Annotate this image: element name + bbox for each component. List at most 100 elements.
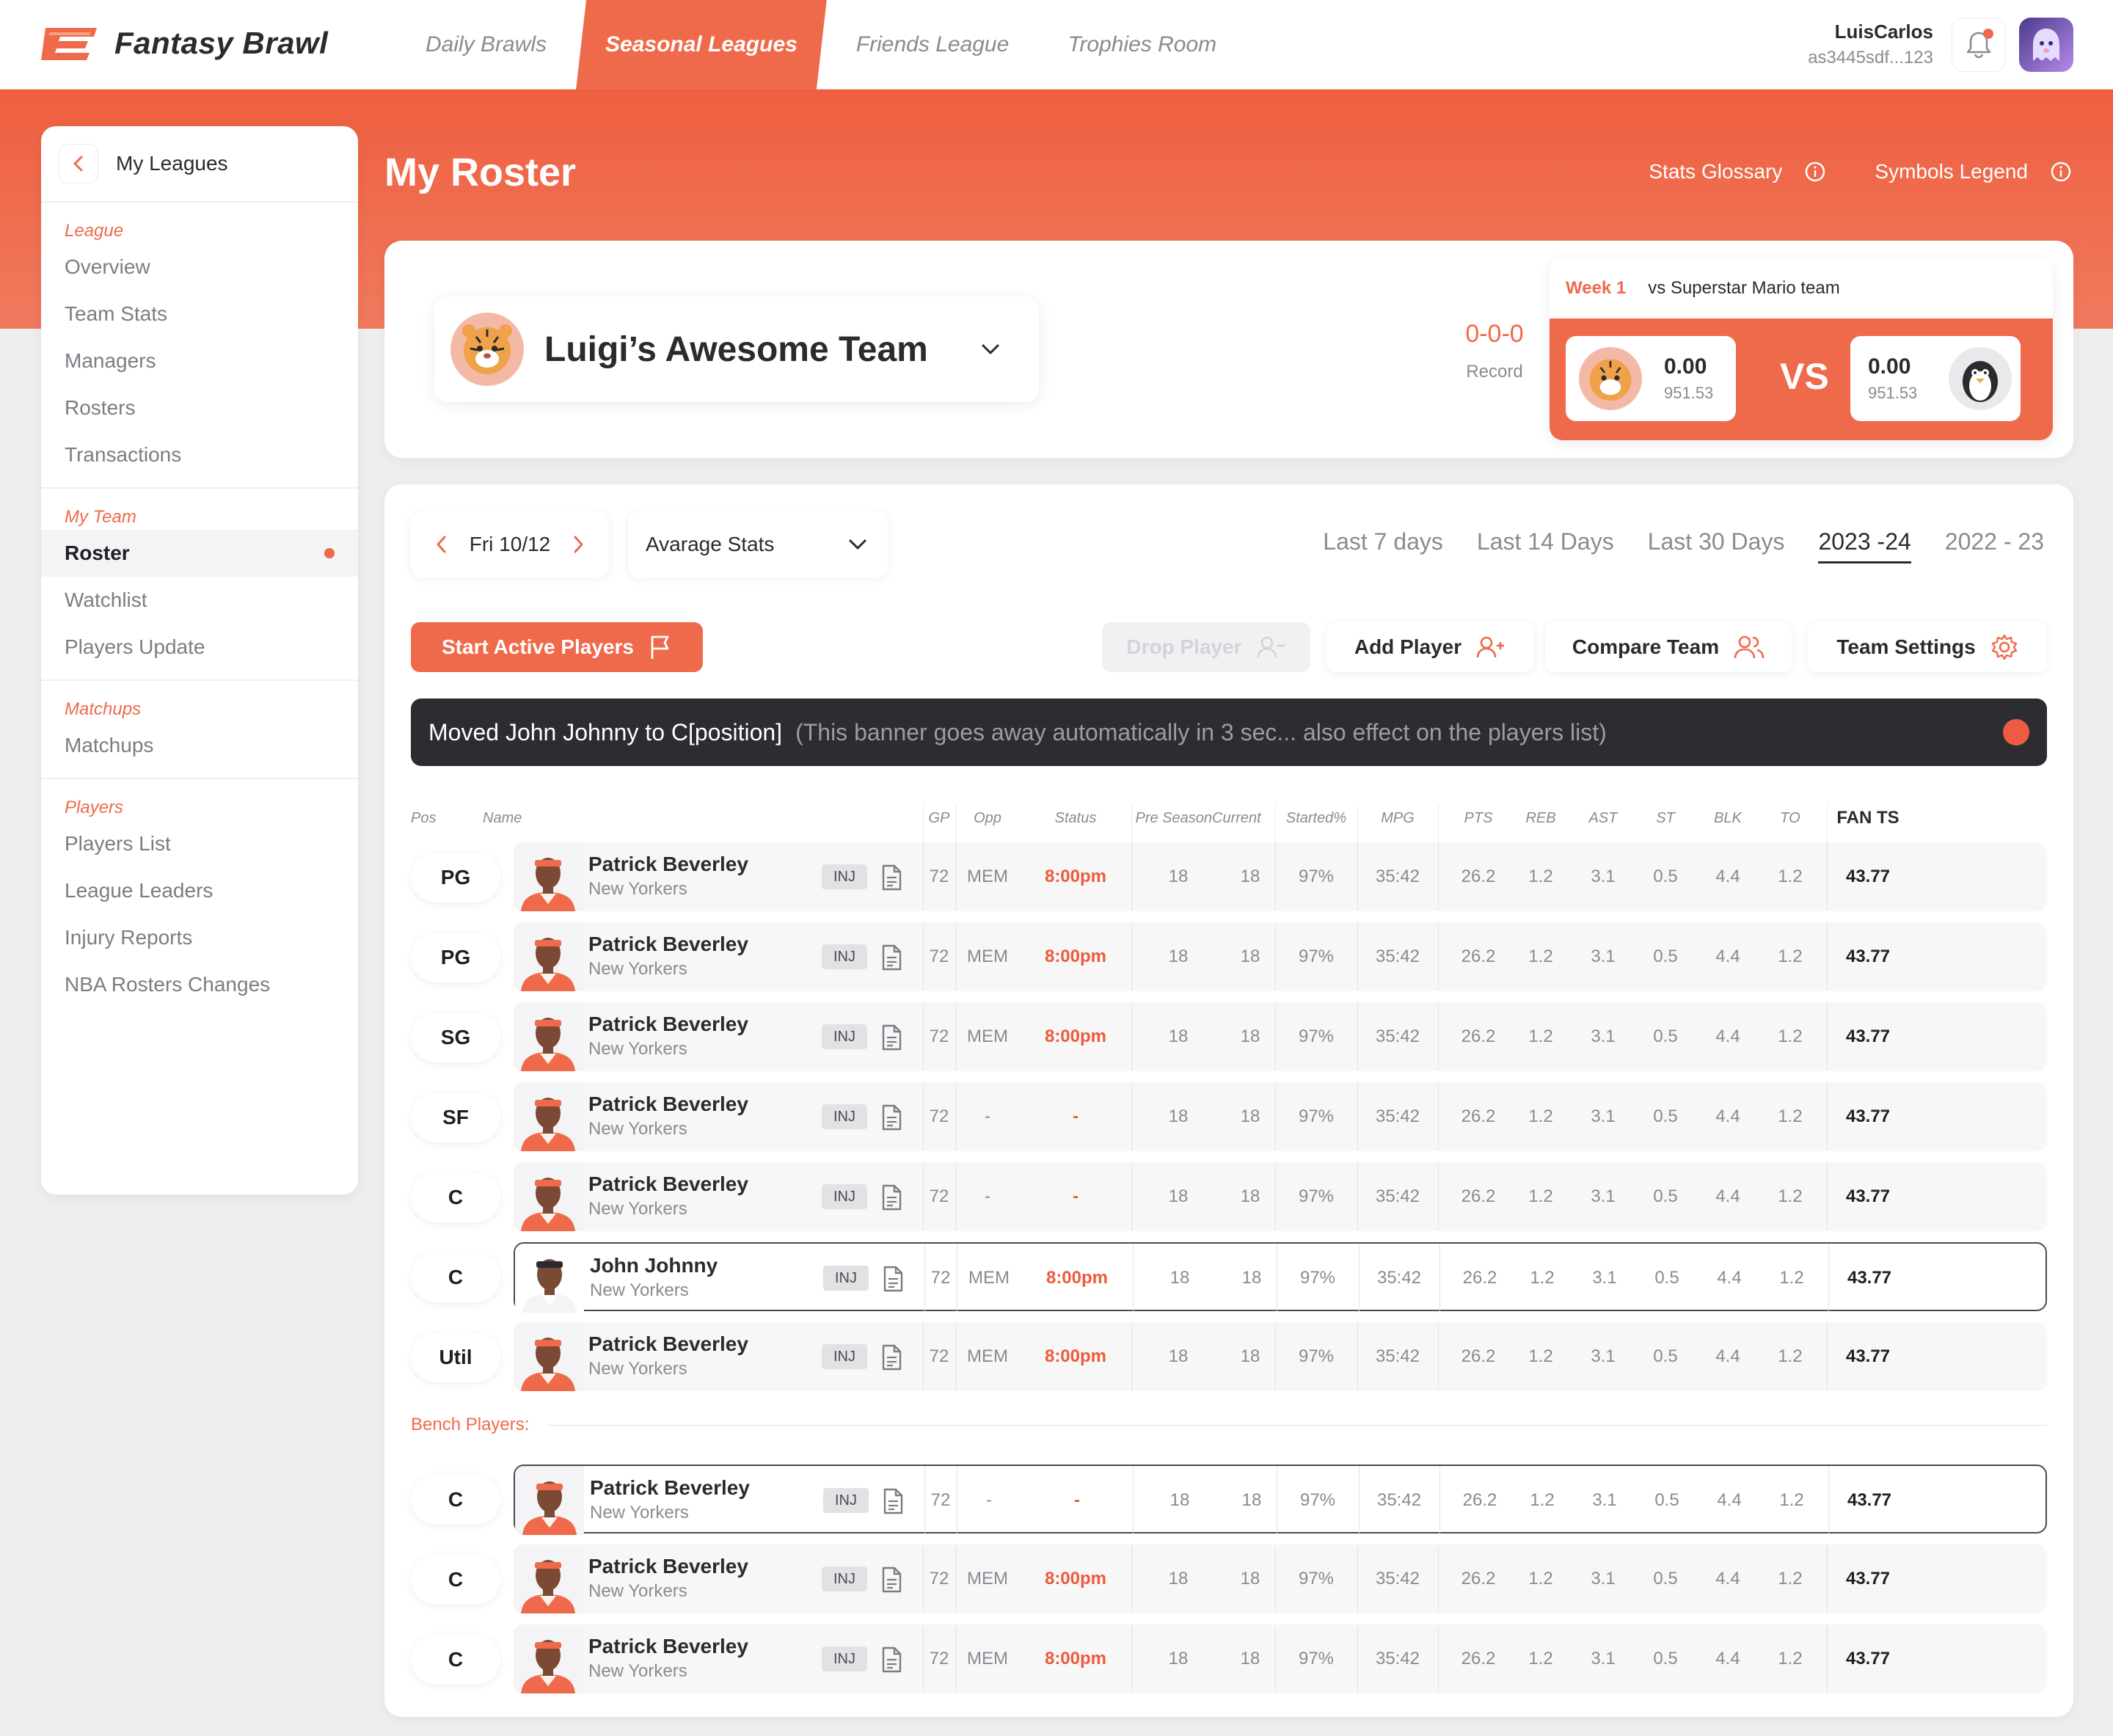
player-notes-icon[interactable]	[880, 944, 902, 971]
sidebar-item-managers[interactable]: Managers	[41, 338, 358, 384]
sidebar-item-injury-reports[interactable]: Injury Reports	[41, 914, 358, 961]
player-card[interactable]: Patrick Beverley New Yorkers INJ 72 MEM …	[514, 922, 2047, 991]
next-date-button[interactable]	[563, 530, 593, 559]
player-row[interactable]: C Patrick Beverley New Yorkers INJ	[411, 1624, 2047, 1693]
banner-status-dot[interactable]	[2003, 719, 2029, 745]
brand-logo[interactable]: Fantasy Brawl	[40, 25, 328, 62]
position-slot-button[interactable]: C	[411, 1252, 500, 1302]
player-notes-icon[interactable]	[880, 1646, 902, 1673]
sidebar-item-matchups[interactable]: Matchups	[41, 722, 358, 769]
sidebar-item-nba-rosters-changes[interactable]: NBA Rosters Changes	[41, 961, 358, 1008]
position-slot-button[interactable]: C	[411, 1635, 500, 1685]
sidebar-item-players-update[interactable]: Players Update	[41, 624, 358, 671]
user-avatar[interactable]	[2019, 18, 2073, 72]
player-card[interactable]: Patrick Beverley New Yorkers INJ 72 - - …	[514, 1082, 2047, 1151]
injury-badge: INJ	[822, 1104, 867, 1129]
cell-st: 0.5	[1654, 1490, 1679, 1510]
player-row[interactable]: PG Patrick Beverley New Yorkers INJ 72 M…	[411, 842, 2047, 911]
sidebar-item-players-list[interactable]: Players List	[41, 820, 358, 867]
player-notes-icon[interactable]	[882, 1488, 904, 1514]
period-last-7-days[interactable]: Last 7 days	[1323, 528, 1443, 564]
position-slot-button[interactable]: Util	[411, 1332, 500, 1382]
player-card[interactable]: Patrick Beverley New Yorkers INJ 72 MEM …	[514, 1544, 2047, 1613]
nav-tab-trophies-room[interactable]: Trophies Room	[1038, 0, 1246, 90]
sidebar-item-roster[interactable]: Roster	[41, 530, 358, 577]
player-card[interactable]: John Johnny New Yorkers INJ 72 MEM 8:00p…	[514, 1242, 2047, 1313]
player-card[interactable]: Patrick Beverley New Yorkers INJ 72 - - …	[514, 1465, 2047, 1535]
player-notes-icon[interactable]	[880, 1344, 902, 1371]
player-name[interactable]: Patrick Beverley	[588, 1332, 748, 1356]
player-card[interactable]: Patrick Beverley New Yorkers INJ 72 MEM …	[514, 1322, 2047, 1391]
player-card[interactable]: Patrick Beverley New Yorkers INJ 72 MEM …	[514, 1002, 2047, 1071]
player-name[interactable]: Patrick Beverley	[588, 1555, 748, 1578]
player-name[interactable]: Patrick Beverley	[588, 1093, 748, 1116]
player-row[interactable]: C Patrick Beverley New Yorkers INJ	[411, 1544, 2047, 1613]
player-name[interactable]: Patrick Beverley	[588, 933, 748, 956]
user-info[interactable]: LuisCarlos as3445sdf...123	[1808, 21, 1933, 68]
player-name[interactable]: Patrick Beverley	[588, 1635, 748, 1658]
col-current: Current	[1212, 809, 1261, 826]
cell-pts: 26.2	[1461, 867, 1496, 886]
position-slot-button[interactable]: SG	[411, 1013, 500, 1062]
player-name[interactable]: Patrick Beverley	[588, 1172, 748, 1196]
sidebar-item-league-leaders[interactable]: League Leaders	[41, 867, 358, 914]
position-label: C	[448, 1186, 464, 1208]
position-slot-button[interactable]: PG	[411, 853, 500, 902]
player-card[interactable]: Patrick Beverley New Yorkers INJ 72 MEM …	[514, 1624, 2047, 1693]
nav-tab-daily-brawls[interactable]: Daily Brawls	[396, 0, 576, 90]
player-notes-icon[interactable]	[882, 1266, 904, 1292]
player-notes-icon[interactable]	[880, 1567, 902, 1593]
player-card[interactable]: Patrick Beverley New Yorkers INJ 72 - - …	[514, 1162, 2047, 1231]
sidebar-item-team-stats[interactable]: Team Stats	[41, 291, 358, 338]
notifications-button[interactable]	[1952, 18, 2006, 72]
sidebar-item-rosters[interactable]: Rosters	[41, 384, 358, 431]
player-notes-icon[interactable]	[880, 1024, 902, 1051]
player-name[interactable]: Patrick Beverley	[588, 853, 748, 876]
player-row[interactable]: Util Patrick Beverley New Yorkers INJ 72…	[411, 1322, 2047, 1391]
position-slot-button[interactable]: C	[411, 1172, 500, 1222]
sidebar-item-watchlist[interactable]: Watchlist	[41, 577, 358, 624]
sidebar-item-overview[interactable]: Overview	[41, 244, 358, 291]
team-selector[interactable]: Luigi’s Awesome Team	[434, 296, 1039, 402]
player-notes-icon[interactable]	[880, 1184, 902, 1211]
period-2022-23[interactable]: 2022 - 23	[1945, 528, 2044, 564]
stats-type-select[interactable]: Avarage Stats	[628, 511, 888, 578]
symbols-legend-link[interactable]: Symbols Legend	[1875, 160, 2072, 183]
position-slot-button[interactable]: C	[411, 1475, 500, 1525]
compare-team-button[interactable]: Compare Team	[1545, 622, 1792, 672]
player-row[interactable]: C Patrick Beverley New Yorkers INJ	[411, 1162, 2047, 1231]
player-row[interactable]: SG Patrick Beverley New Yorkers INJ 72 M…	[411, 1002, 2047, 1071]
player-notes-icon[interactable]	[880, 864, 902, 891]
position-slot-button[interactable]: PG	[411, 933, 500, 982]
player-notes-icon[interactable]	[880, 1104, 902, 1131]
player-name[interactable]: Patrick Beverley	[588, 1013, 748, 1036]
player-photo	[514, 1162, 583, 1231]
cell-blk: 4.4	[1717, 1490, 1742, 1510]
col-status: Status	[1054, 809, 1097, 826]
cell-to: 1.2	[1778, 1106, 1803, 1126]
start-active-players-button[interactable]: Start Active Players	[411, 622, 703, 672]
player-card[interactable]: Patrick Beverley New Yorkers INJ 72 MEM …	[514, 842, 2047, 911]
player-name[interactable]: John Johnny	[590, 1254, 718, 1277]
drop-player-button[interactable]: Drop Player	[1102, 622, 1310, 672]
matchup-card[interactable]: Week 1 vs Superstar Mario team 0.00 951.…	[1550, 258, 2053, 440]
player-row[interactable]: PG Patrick Beverley New Yorkers INJ 72 M…	[411, 922, 2047, 991]
period-last-14-days[interactable]: Last 14 Days	[1477, 528, 1614, 564]
player-row[interactable]: C Patrick Beverley New Yorkers INJ	[411, 1465, 2047, 1535]
period-2023-24[interactable]: 2023 -24	[1818, 528, 1911, 564]
player-name[interactable]: Patrick Beverley	[590, 1476, 750, 1500]
stats-glossary-link[interactable]: Stats Glossary	[1649, 160, 1826, 183]
nav-tab-friends-league[interactable]: Friends League	[827, 0, 1038, 90]
position-slot-button[interactable]: SF	[411, 1093, 500, 1142]
player-row[interactable]: SF Patrick Beverley New Yorkers INJ 72 -…	[411, 1082, 2047, 1151]
player-row[interactable]: C John Johnny New Yorkers INJ 72 MEM 8:0…	[411, 1242, 2047, 1313]
period-last-30-days[interactable]: Last 30 Days	[1648, 528, 1785, 564]
sidebar-item-transactions[interactable]: Transactions	[41, 431, 358, 478]
prev-date-button[interactable]	[427, 530, 456, 559]
position-slot-button[interactable]: C	[411, 1555, 500, 1605]
cell-blk: 4.4	[1715, 1346, 1740, 1366]
nav-tab-seasonal-leagues[interactable]: Seasonal Leagues	[576, 0, 827, 90]
add-player-button[interactable]: Add Player	[1326, 622, 1533, 672]
team-settings-button[interactable]: Team Settings	[1808, 622, 2047, 672]
back-button[interactable]	[59, 144, 98, 183]
